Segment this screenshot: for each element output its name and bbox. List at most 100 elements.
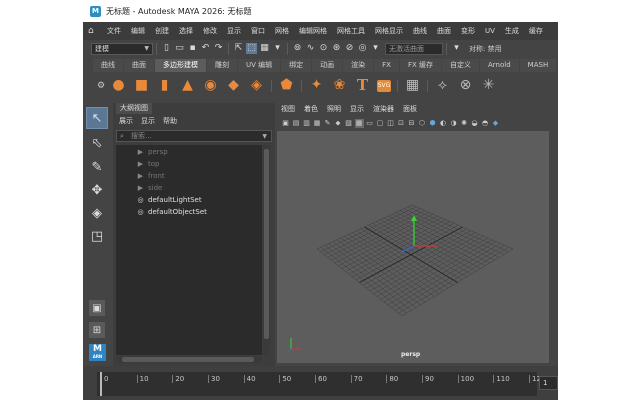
menu-create[interactable]: 创建 (150, 26, 174, 36)
make-live-icon[interactable]: ◎ (357, 43, 368, 54)
list-item[interactable]: ▶ front (136, 170, 165, 182)
chevron-down-icon[interactable]: ▼ (262, 133, 267, 140)
lasso-tool-icon[interactable]: ⬁ (86, 132, 108, 154)
menu-cache[interactable]: 缓存 (524, 26, 548, 36)
tab-fx[interactable]: FX (374, 59, 399, 72)
anti-aliasing-icon[interactable]: ◆ (491, 119, 500, 128)
menu-edit-mesh[interactable]: 编辑网格 (294, 26, 332, 36)
tab-sculpting[interactable]: 雕刻 (207, 59, 237, 72)
tab-mash[interactable]: MASH (519, 59, 557, 72)
2d-pan-zoom-icon[interactable]: ⬥ (334, 119, 343, 128)
shadows-icon[interactable]: ◒ (470, 119, 479, 128)
menu-generate[interactable]: 生成 (500, 26, 524, 36)
viewport-menu-panels[interactable]: 面板 (403, 104, 417, 114)
list-item[interactable]: ▶ side (136, 182, 163, 194)
tab-animation[interactable]: 动画 (312, 59, 343, 72)
paint-select-icon[interactable]: ✎ (86, 156, 108, 178)
move-tool-icon[interactable]: ✥ (86, 179, 108, 201)
scale-tool-icon[interactable]: ◳ (86, 225, 108, 247)
poly-cylinder-icon[interactable]: ▮ (156, 77, 173, 94)
menu-mesh-display[interactable]: 网格显示 (370, 26, 408, 36)
viewport-menu-view[interactable]: 视图 (281, 104, 295, 114)
menu-select[interactable]: 选择 (174, 26, 198, 36)
viewport-menu-shading[interactable]: 着色 (304, 104, 318, 114)
tab-arnold[interactable]: Arnold (480, 59, 519, 72)
outliner-menu-help[interactable]: 帮助 (163, 116, 177, 126)
gate-mask-icon[interactable]: ▢ (376, 119, 385, 128)
scrollbar-thumb[interactable] (264, 149, 269, 339)
poly-plane-icon[interactable]: ◆ (225, 77, 242, 94)
lock-selection-icon[interactable]: ▾ (272, 43, 283, 54)
camera-attributes-icon[interactable]: ▤ (292, 119, 301, 128)
use-lights-icon[interactable]: ✺ (460, 119, 469, 128)
redo-icon[interactable]: ↷ (213, 43, 224, 54)
save-scene-icon[interactable]: ▪ (187, 43, 198, 54)
menu-uv[interactable]: UV (480, 27, 500, 35)
live-surface-field[interactable]: 无激活曲面 (385, 42, 443, 55)
select-tool-icon[interactable]: ↖ (86, 107, 108, 129)
outliner-vertical-scrollbar[interactable] (263, 145, 270, 355)
menu-display[interactable]: 显示 (222, 26, 246, 36)
single-layout-icon[interactable]: ▣ (89, 300, 105, 316)
snap-point-icon[interactable]: ⊙ (318, 43, 329, 54)
menu-modify[interactable]: 修改 (198, 26, 222, 36)
select-camera-icon[interactable]: ▣ (281, 119, 290, 128)
new-scene-icon[interactable]: ▯ (161, 43, 172, 54)
home-icon[interactable]: ⌂ (88, 26, 102, 36)
grid-toggle-icon[interactable]: ▦ (354, 118, 364, 128)
target-weld-icon[interactable]: ⟡ (434, 77, 451, 94)
rotate-tool-icon[interactable]: ◈ (86, 202, 108, 224)
tab-uv-editing[interactable]: UV 编辑 (238, 59, 281, 72)
platonic-solid-icon[interactable]: ⬟ (278, 77, 295, 94)
tab-poly-modeling[interactable]: 多边形建模 (155, 59, 206, 72)
open-scene-icon[interactable]: ▭ (174, 43, 185, 54)
tab-rigging[interactable]: 绑定 (281, 59, 312, 72)
tab-fx-caching[interactable]: FX 缓存 (399, 59, 442, 72)
type-tool-icon[interactable]: T (354, 77, 371, 94)
shaded-wireframe-icon[interactable]: ◐ (439, 119, 448, 128)
tab-surfaces[interactable]: 曲面 (124, 59, 154, 72)
four-pane-layout-icon[interactable]: ⊞ (89, 322, 105, 338)
poly-torus-icon[interactable]: ◉ (202, 77, 219, 94)
grease-pencil-icon[interactable]: ✎ (323, 119, 332, 128)
menu-windows[interactable]: 窗口 (246, 26, 270, 36)
outliner-menu-show[interactable]: 显示 (141, 116, 155, 126)
snap-view-plane-icon[interactable]: ⊘ (344, 43, 355, 54)
menu-mesh-tools[interactable]: 网格工具 (332, 26, 370, 36)
ambient-occlusion-icon[interactable]: ◓ (481, 119, 490, 128)
undo-icon[interactable]: ↶ (200, 43, 211, 54)
grid-icon[interactable]: ▦ (404, 77, 421, 94)
resolution-gate-icon[interactable]: ▭ (365, 119, 374, 128)
smooth-shade-icon[interactable]: ⬢ (428, 119, 437, 128)
current-time-indicator[interactable] (100, 372, 102, 396)
select-hierarchy-icon[interactable]: ⇱ (233, 43, 244, 54)
poly-cone-icon[interactable]: ▲ (179, 77, 196, 94)
poly-disc-icon[interactable]: ◈ (248, 77, 265, 94)
snap-grid-icon[interactable]: ⊚ (292, 43, 303, 54)
safe-action-icon[interactable]: ⊡ (397, 119, 406, 128)
viewport-menu-lighting[interactable]: 照明 (327, 104, 341, 114)
outliner-menu-display[interactable]: 展示 (119, 116, 133, 126)
reset-pivot-icon[interactable]: ✳ (480, 77, 497, 94)
menu-file[interactable]: 文件 (102, 26, 126, 36)
tab-rendering[interactable]: 渲染 (343, 59, 374, 72)
sweep-mesh-icon[interactable]: ❀ (331, 77, 348, 94)
snap-projected-icon[interactable]: ⊛ (331, 43, 342, 54)
list-item[interactable]: ▶ top (136, 158, 160, 170)
menu-set-dropdown[interactable]: 建模 ▼ (91, 42, 153, 55)
current-frame-field[interactable]: 1 (539, 376, 558, 390)
wireframe-icon[interactable]: ⬡ (418, 119, 427, 128)
poly-sphere-icon[interactable]: ● (110, 77, 127, 94)
safe-title-icon[interactable]: ⊟ (407, 119, 416, 128)
chevron-down-icon[interactable]: ▾ (451, 43, 462, 54)
viewport-3d[interactable]: persp (277, 131, 549, 363)
super-shape-icon[interactable]: ✦ (308, 77, 325, 94)
scrollbar-thumb[interactable] (122, 357, 254, 362)
chevron-down-icon[interactable]: ▾ (370, 43, 381, 54)
gear-icon[interactable]: ⚙ (95, 81, 107, 91)
poly-cube-icon[interactable]: ■ (133, 77, 150, 94)
image-plane-icon[interactable]: ▦ (313, 119, 322, 128)
outliner-search-input[interactable]: ⌕ 搜索... ▼ (116, 130, 272, 142)
film-gate-icon[interactable]: ▧ (344, 119, 353, 128)
viewport-menu-renderer[interactable]: 渲染器 (373, 104, 394, 114)
